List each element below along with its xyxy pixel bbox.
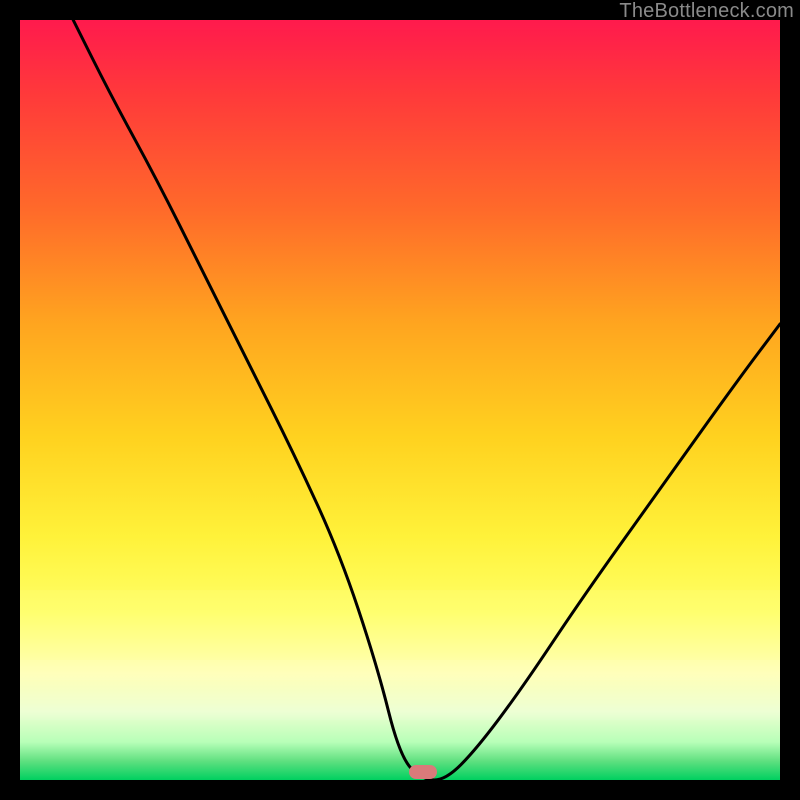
bottleneck-curve [20,20,780,780]
plot-area [20,20,780,780]
optimal-point-marker [409,765,437,779]
chart-frame [20,20,780,780]
